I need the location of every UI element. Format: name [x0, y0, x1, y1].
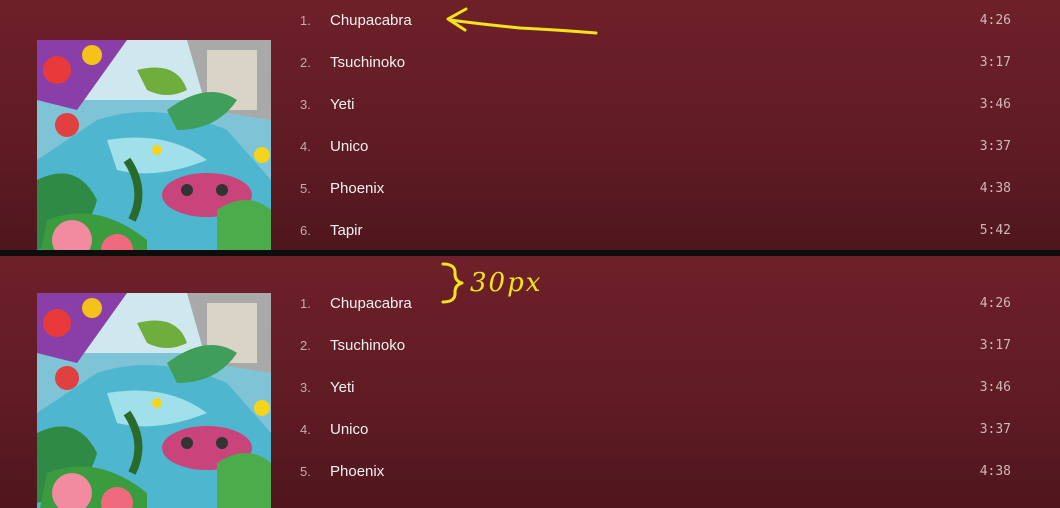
track-number: 5.	[300, 464, 311, 479]
track-title[interactable]: Chupacabra	[330, 12, 412, 29]
track-number: 2.	[300, 338, 311, 353]
track-duration: 4:38	[979, 464, 1011, 479]
track-number: 3.	[300, 97, 311, 112]
spacing-annotation-label: 30px	[470, 268, 543, 298]
track-title[interactable]: Phoenix	[330, 180, 384, 197]
track-title[interactable]: Chupacabra	[330, 295, 412, 312]
track-number: 5.	[300, 181, 311, 196]
track-row[interactable]: 5. Phoenix 4:38	[0, 451, 1060, 493]
track-number: 2.	[300, 55, 311, 70]
track-title[interactable]: Unico	[330, 421, 368, 438]
track-title[interactable]: Tsuchinoko	[330, 337, 405, 354]
track-duration: 4:26	[979, 296, 1011, 311]
track-duration: 3:37	[979, 139, 1011, 154]
track-title[interactable]: Tapir	[330, 222, 363, 239]
track-row[interactable]: 2. Tsuchinoko 3:17	[0, 42, 1060, 84]
track-number: 4.	[300, 422, 311, 437]
track-duration: 4:26	[979, 13, 1011, 28]
track-duration: 3:46	[979, 380, 1011, 395]
track-title[interactable]: Phoenix	[330, 463, 384, 480]
track-row[interactable]: 4. Unico 3:37	[0, 126, 1060, 168]
track-title[interactable]: Yeti	[330, 379, 354, 396]
track-number: 1.	[300, 13, 311, 28]
track-row[interactable]: 3. Yeti 3:46	[0, 367, 1060, 409]
track-row[interactable]: 2. Tsuchinoko 3:17	[0, 325, 1060, 367]
track-duration: 4:38	[979, 181, 1011, 196]
track-row[interactable]: 3. Yeti 3:46	[0, 84, 1060, 126]
track-row[interactable]: 4. Unico 3:37	[0, 409, 1060, 451]
track-row[interactable]: 1. Chupacabra 4:26	[0, 0, 1060, 42]
track-duration: 3:17	[979, 338, 1011, 353]
track-number: 1.	[300, 296, 311, 311]
track-duration: 3:46	[979, 97, 1011, 112]
track-title[interactable]: Unico	[330, 138, 368, 155]
track-title[interactable]: Yeti	[330, 96, 354, 113]
track-duration: 5:42	[979, 223, 1011, 238]
track-duration: 3:37	[979, 422, 1011, 437]
track-row[interactable]: 5. Phoenix 4:38	[0, 168, 1060, 210]
track-title[interactable]: Tsuchinoko	[330, 54, 405, 71]
track-row[interactable]: 6. Tapir 5:42	[0, 210, 1060, 250]
track-duration: 3:17	[979, 55, 1011, 70]
playlist-panel-before: 1. Chupacabra 4:26 2. Tsuchinoko 3:17 3. Yeti 3:…	[0, 0, 1060, 250]
track-number: 3.	[300, 380, 311, 395]
track-number: 4.	[300, 139, 311, 154]
track-number: 6.	[300, 223, 311, 238]
